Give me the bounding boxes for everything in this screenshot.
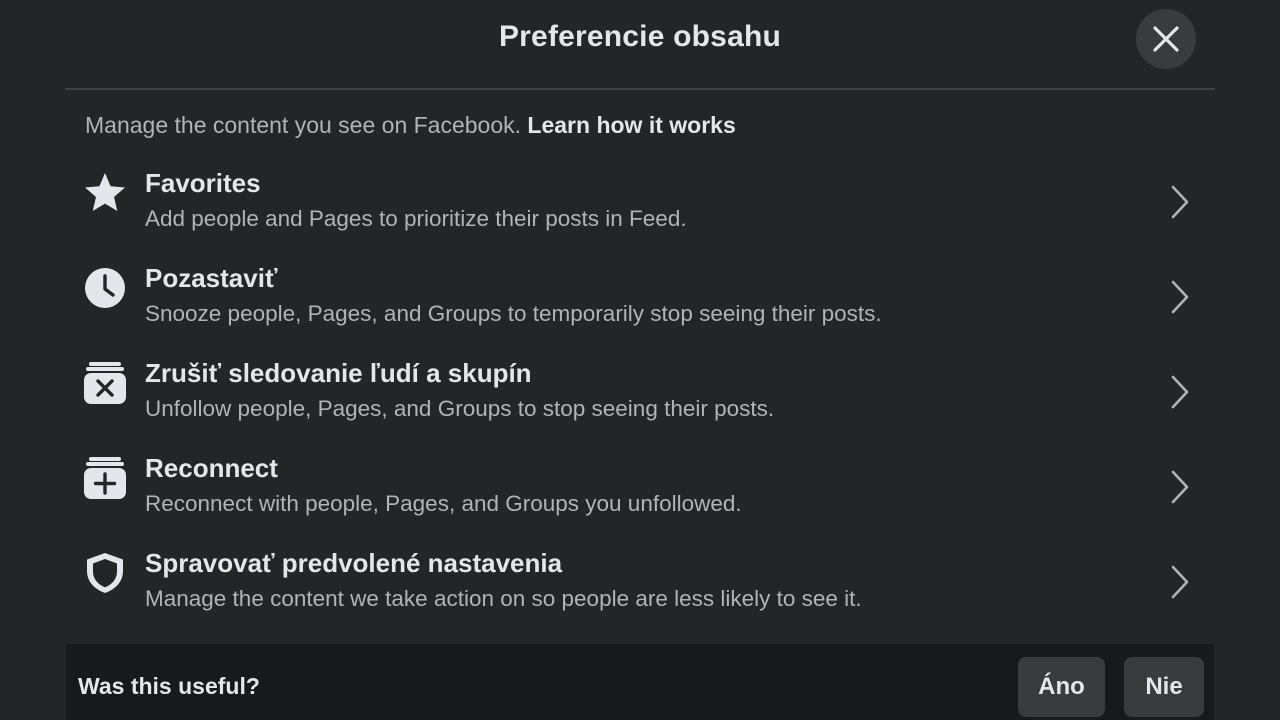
feedback-question: Was this useful? [78, 673, 260, 699]
menu-item-label: Pozastaviť [145, 263, 278, 293]
chevron-right-icon [1171, 185, 1189, 219]
menu-item-description: Manage the content we take action on so … [145, 586, 862, 611]
menu-item-label: Spravovať predvolené nastavenia [145, 548, 563, 578]
dialog-header: Preferencie obsahu [0, 0, 1280, 88]
menu-item-snooze[interactable]: Pozastaviť Snooze people, Pages, and Gro… [70, 253, 1210, 345]
yes-button[interactable]: Áno [1018, 657, 1105, 717]
shield-icon [87, 553, 123, 593]
feedback-footer: Was this useful? Áno Nie [66, 644, 1214, 720]
unfollow-icon [84, 362, 126, 404]
menu-item-unfollow[interactable]: Zrušiť sledovanie ľudí a skupín Unfollow… [70, 348, 1210, 440]
star-icon [85, 173, 125, 211]
clock-icon [85, 268, 125, 308]
menu-item-favorites[interactable]: Favorites Add people and Pages to priori… [70, 158, 1210, 250]
header-divider [65, 88, 1215, 90]
menu-item-description: Add people and Pages to prioritize their… [145, 206, 687, 231]
intro-text: Manage the content you see on Facebook. … [85, 112, 736, 139]
learn-how-it-works-link[interactable]: Learn how it works [527, 112, 735, 138]
reconnect-icon [84, 457, 126, 499]
menu-item-description: Snooze people, Pages, and Groups to temp… [145, 301, 882, 326]
menu-item-label: Reconnect [145, 453, 278, 483]
intro-description: Manage the content you see on Facebook. [85, 112, 522, 138]
close-icon [1153, 26, 1179, 52]
menu-item-description: Reconnect with people, Pages, and Groups… [145, 491, 742, 516]
chevron-right-icon [1171, 375, 1189, 409]
dialog-title: Preferencie obsahu [498, 20, 782, 53]
chevron-right-icon [1171, 565, 1189, 599]
menu-item-reconnect[interactable]: Reconnect Reconnect with people, Pages, … [70, 443, 1210, 535]
content-preferences-dialog: Preferencie obsahu Manage the content yo… [0, 0, 1280, 720]
menu-item-label: Favorites [145, 168, 261, 198]
close-button[interactable] [1136, 9, 1196, 69]
chevron-right-icon [1171, 280, 1189, 314]
menu-item-description: Unfollow people, Pages, and Groups to st… [145, 396, 775, 421]
menu-item-manage-defaults[interactable]: Spravovať predvolené nastavenia Manage t… [70, 538, 1210, 630]
menu-item-label: Zrušiť sledovanie ľudí a skupín [145, 358, 532, 388]
chevron-right-icon [1171, 470, 1189, 504]
no-button[interactable]: Nie [1124, 657, 1204, 717]
